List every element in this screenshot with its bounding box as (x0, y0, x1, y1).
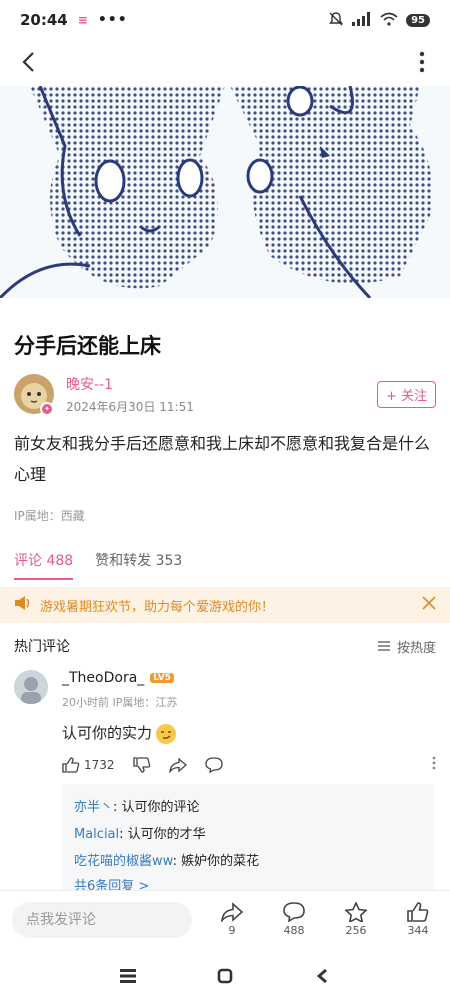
system-nav-bar (0, 952, 450, 1000)
sort-label: 按热度 (396, 640, 436, 656)
replies-box: 亦半丶: 认可你的评论 Malcial: 认可你的才华 吃花喵的椒酱ww: 嫉妒… (62, 784, 434, 894)
sort-button[interactable]: 按热度 (377, 637, 436, 656)
favorite-button[interactable]: 256 (336, 902, 376, 937)
tab-comments[interactable]: 评论 488 (14, 550, 74, 580)
comment-actions: 1732 (62, 756, 436, 773)
speech-bubble-icon (204, 756, 223, 773)
promo-banner[interactable]: 游戏暑期狂欢节，助力每个爱游戏的你！ (0, 587, 450, 623)
post-ip-location: IP属地：西藏 (14, 509, 85, 523)
like-count: 344 (407, 924, 429, 937)
comment-text-content: 认可你的实力 (62, 724, 153, 742)
vertical-dots-icon (419, 51, 425, 73)
post-image[interactable] (0, 86, 450, 298)
signal-icon (352, 11, 372, 29)
home-button[interactable] (215, 966, 235, 986)
reply-item[interactable]: 吃花喵的椒酱ww: 嫉妒你的菜花 (74, 848, 422, 875)
top-nav (0, 40, 450, 84)
vertical-dots-icon (432, 756, 436, 770)
reply-text: : 认可你的评论 (113, 800, 200, 815)
comments-header: 热门评论 按热度 (14, 636, 436, 656)
more-notifications-icon: ••• (97, 12, 128, 28)
post-tabs: 评论 488 赞和转发 353 (14, 550, 182, 580)
star-icon (345, 902, 367, 922)
comment-count: 488 (283, 924, 305, 937)
follow-button[interactable]: + 关注 (376, 380, 436, 408)
notification-icon: ≡ (77, 13, 88, 27)
commenter-name[interactable]: _TheoDora_ (62, 670, 144, 686)
banner-text: 游戏暑期狂欢节，助力每个爱游戏的你！ (40, 599, 275, 615)
thumbs-down-icon (132, 756, 150, 773)
status-time: 20:44 (20, 11, 68, 29)
level-badge: LV5 (150, 673, 175, 683)
author-name[interactable]: 晚安--1 (66, 374, 194, 394)
like-button[interactable]: 344 (398, 902, 438, 937)
more-options-button[interactable] (410, 50, 434, 74)
menu-icon (120, 969, 137, 983)
system-back-button[interactable] (312, 966, 332, 986)
status-bar: 20:44 ≡ ••• 95 (0, 0, 450, 40)
wifi-icon (380, 12, 398, 29)
reply-author[interactable]: Malcial (74, 827, 119, 842)
tab-likes-reposts[interactable]: 赞和转发 353 (95, 550, 182, 580)
back-triangle-icon (316, 968, 327, 984)
speech-bubble-icon (283, 902, 305, 922)
recent-apps-button[interactable] (118, 966, 138, 986)
share-button[interactable]: 9 (212, 902, 252, 937)
reply-item[interactable]: 亦半丶: 认可你的评论 (74, 794, 422, 821)
comment-input[interactable] (12, 901, 192, 938)
smirk-emoji-icon (156, 723, 177, 744)
commenter-avatar[interactable] (14, 670, 48, 704)
reply-text: : 认可你的才华 (119, 827, 206, 842)
share-count: 9 (228, 924, 236, 937)
chevron-left-icon (22, 52, 34, 72)
battery-indicator: 95 (406, 13, 430, 27)
share-icon (168, 757, 187, 773)
comment-button[interactable]: 488 (274, 902, 314, 937)
favorite-count: 256 (345, 924, 367, 937)
post-body: 前女友和我分手后还愿意和我上床却不愿意和我复合是什么心理 (14, 434, 431, 484)
bottom-action-bar: 9 488 256 344 (0, 890, 450, 948)
post-date: 2024年6月30日 11:51 (66, 399, 194, 414)
post-title: 分手后还能上床 (14, 334, 161, 358)
reply-author[interactable]: 亦半丶 (74, 800, 113, 815)
comment-meta: 20小时前 IP属地：江苏 (62, 696, 178, 709)
comment-dislike-button[interactable] (132, 756, 151, 773)
comment-like-button[interactable]: 1732 (62, 756, 115, 773)
thumbs-up-icon (407, 902, 429, 922)
thumbs-up-icon (62, 756, 80, 773)
verified-badge-icon: ✦ (40, 402, 54, 416)
banner-close-icon[interactable] (422, 596, 436, 614)
comment-share-button[interactable] (168, 757, 187, 773)
comments-section-title: 热门评论 (14, 639, 70, 655)
home-square-icon (217, 968, 233, 984)
comment-reply-button[interactable] (204, 756, 223, 773)
comment-more-button[interactable] (432, 756, 436, 773)
author-row: 晚安--1 2024年6月30日 11:51 + 关注 (14, 372, 436, 416)
comment-text: 认可你的实力 (62, 722, 177, 744)
sort-icon (377, 641, 390, 651)
reply-item[interactable]: Malcial: 认可你的才华 (74, 821, 422, 848)
reply-author[interactable]: 吃花喵的椒酱ww (74, 854, 173, 869)
reply-text: : 嫉妒你的菜花 (172, 854, 260, 869)
mute-icon (328, 11, 344, 30)
back-button[interactable] (16, 50, 40, 74)
speaker-icon (14, 595, 32, 615)
share-icon (221, 902, 243, 922)
comment-like-count: 1732 (84, 757, 115, 772)
